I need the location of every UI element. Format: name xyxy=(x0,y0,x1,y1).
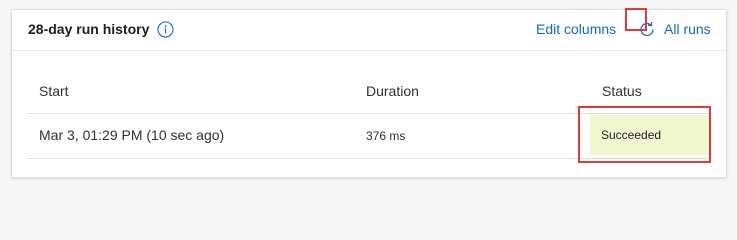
column-header-duration[interactable]: Duration xyxy=(366,83,419,99)
column-header-status[interactable]: Status xyxy=(602,83,642,99)
status-cell: Succeeded xyxy=(590,115,710,155)
card-header: 28-day run history Edit columns All runs xyxy=(12,10,726,51)
refresh-icon xyxy=(640,21,654,37)
column-header-start[interactable]: Start xyxy=(39,83,69,99)
all-runs-link[interactable]: All runs xyxy=(664,21,711,37)
duration-cell: 376 ms xyxy=(366,129,406,143)
status-badge: Succeeded xyxy=(601,128,662,142)
refresh-button[interactable] xyxy=(635,18,659,42)
card-title: 28-day run history xyxy=(28,21,150,37)
table-header-row: Start Duration Status xyxy=(27,73,711,114)
run-history-card: 28-day run history Edit columns All runs… xyxy=(11,9,727,178)
table-row[interactable]: Mar 3, 01:29 PM (10 sec ago) 376 ms Succ… xyxy=(27,114,711,159)
start-cell: Mar 3, 01:29 PM (10 sec ago) xyxy=(39,127,225,143)
info-icon[interactable] xyxy=(157,21,174,38)
edit-columns-link[interactable]: Edit columns xyxy=(536,21,616,37)
